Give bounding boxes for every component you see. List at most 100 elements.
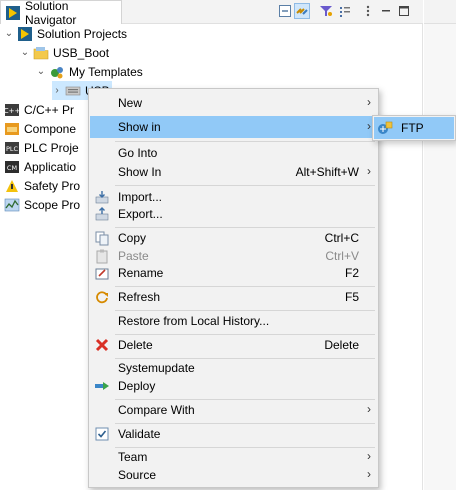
menu-label: Delete — [118, 338, 153, 352]
collapse-all-icon[interactable] — [277, 3, 293, 19]
submenu-arrow-icon: › — [367, 449, 371, 463]
project-folder-icon — [33, 45, 49, 61]
minimize-icon[interactable] — [378, 3, 394, 19]
tree-item-plc-projects[interactable]: PLC PLC Proje — [4, 138, 79, 157]
templates-icon — [49, 64, 65, 80]
tree-label: Compone — [24, 121, 77, 136]
svg-text:PLC: PLC — [6, 145, 19, 153]
menu-item-export[interactable]: Export... — [90, 203, 377, 225]
tree-label: USB_Boot — [53, 45, 110, 60]
editor-tab-strip — [424, 0, 456, 24]
menu-label: New — [118, 96, 143, 110]
menu-label: Refresh — [118, 290, 161, 304]
link-with-editor-icon[interactable] — [294, 3, 310, 19]
application-icon: CM — [4, 159, 20, 175]
validate-icon — [94, 426, 110, 442]
ftp-icon — [377, 120, 393, 136]
tree-item-applications[interactable]: CM Applicatio — [4, 157, 76, 176]
chevron-down-icon[interactable]: ⌄ — [36, 66, 46, 77]
menu-label: Restore from Local History... — [118, 314, 270, 328]
context-menu: New › Show in › Go Into Show In Alt+Shif… — [88, 88, 379, 488]
menu-item-delete[interactable]: Delete Delete — [90, 334, 377, 356]
rename-icon — [94, 265, 110, 281]
menu-shortcut: Ctrl+V — [325, 249, 359, 263]
menu-shortcut: F5 — [344, 290, 359, 304]
menu-label: Show in — [118, 120, 161, 134]
menu-label: Copy — [118, 231, 147, 245]
menu-item-source[interactable]: Source › — [90, 464, 377, 486]
cpp-icon: C++ — [4, 102, 20, 118]
menu-item-refresh[interactable]: Refresh F5 — [90, 286, 377, 308]
tree-item-my-templates[interactable]: ⌄ My Templates — [36, 62, 143, 81]
solution-projects-icon — [17, 26, 33, 42]
tree-label: Applicatio — [24, 159, 77, 174]
menu-label: Import... — [118, 190, 163, 204]
editor-area — [424, 0, 456, 490]
refresh-icon — [94, 289, 110, 305]
chevron-down-icon[interactable]: ⌄ — [4, 28, 14, 39]
submenu-arrow-icon: › — [367, 164, 371, 178]
delete-icon — [94, 337, 110, 353]
tab-solution-navigator[interactable]: Solution Navigator — [0, 0, 122, 27]
tree-item-safety-projects[interactable]: Safety Pro — [4, 176, 80, 195]
tree-label: PLC Proje — [24, 140, 79, 155]
component-icon — [4, 121, 20, 137]
submenu-arrow-icon: › — [367, 95, 371, 109]
submenu-arrow-icon: › — [367, 467, 371, 481]
copy-icon — [94, 230, 110, 246]
menu-item-show-in[interactable]: Show In Alt+Shift+W › — [90, 161, 377, 183]
menu-item-compare-with[interactable]: Compare With › — [90, 399, 377, 421]
template-item-icon — [65, 83, 81, 99]
menu-label: Validate — [118, 427, 161, 441]
tree-item-scope-projects[interactable]: Scope Pro — [4, 195, 80, 214]
deploy-icon — [94, 378, 110, 394]
more-options-icon[interactable] — [360, 3, 376, 19]
plc-icon: PLC — [4, 140, 20, 156]
menu-label: Systemupdate — [118, 361, 195, 375]
menu-item-show-in-ftp[interactable]: Show in › — [90, 116, 377, 138]
menu-label: Rename — [118, 266, 164, 280]
menu-item-rename[interactable]: Rename F2 — [90, 262, 377, 284]
menu-label: Paste — [118, 249, 149, 263]
chevron-right-icon[interactable]: › — [52, 85, 62, 96]
menu-label: Compare With — [118, 403, 195, 417]
menu-label: Show In — [118, 165, 162, 179]
chevron-down-icon[interactable]: ⌄ — [20, 47, 30, 58]
export-icon — [94, 206, 110, 222]
submenu-arrow-icon: › — [367, 402, 371, 416]
tree-item-components[interactable]: Compone — [4, 119, 76, 138]
tree-item-usb-boot[interactable]: ⌄ USB_Boot — [20, 43, 109, 62]
tree-label: Safety Pro — [24, 178, 81, 193]
menu-item-new[interactable]: New › — [90, 92, 377, 114]
submenu-arrow-icon: › — [367, 119, 371, 133]
svg-text:C++: C++ — [4, 107, 20, 115]
tab-title: Solution Navigator — [25, 0, 77, 27]
menu-item-validate[interactable]: Validate — [90, 423, 377, 445]
view-tab-bar: Solution Navigator — [0, 0, 423, 27]
show-in-submenu: FTP — [372, 115, 456, 141]
menu-label: Team — [118, 450, 148, 464]
maximize-icon[interactable] — [396, 3, 412, 19]
menu-label: Export... — [118, 207, 163, 221]
tree-item-solution-projects[interactable]: ⌄ Solution Projects — [4, 24, 127, 43]
menu-item-restore-history[interactable]: Restore from Local History... — [90, 310, 377, 332]
solution-navigator-icon — [5, 5, 21, 21]
tree-label: Solution Projects — [37, 26, 128, 41]
menu-shortcut: Delete — [324, 338, 359, 352]
tree-label: C/C++ Pr — [24, 102, 75, 117]
menu-label: FTP — [401, 121, 424, 135]
filter-icon[interactable] — [318, 3, 334, 19]
tree-label: Scope Pro — [24, 197, 81, 212]
menu-item-deploy[interactable]: Deploy — [90, 375, 377, 397]
menu-label: Go Into — [118, 146, 158, 160]
submenu-item-ftp[interactable]: FTP — [374, 117, 454, 139]
menu-label: Source — [118, 468, 157, 482]
safety-icon — [4, 178, 20, 194]
tree-item-cpp-projects[interactable]: C++ C/C++ Pr — [4, 100, 74, 119]
tree-label: My Templates — [69, 64, 143, 79]
menu-shortcut: F2 — [344, 266, 359, 280]
menu-label: Deploy — [118, 379, 156, 393]
view-menu-icon[interactable] — [337, 3, 353, 19]
menu-shortcut: Ctrl+C — [324, 231, 359, 245]
svg-text:CM: CM — [7, 164, 17, 172]
